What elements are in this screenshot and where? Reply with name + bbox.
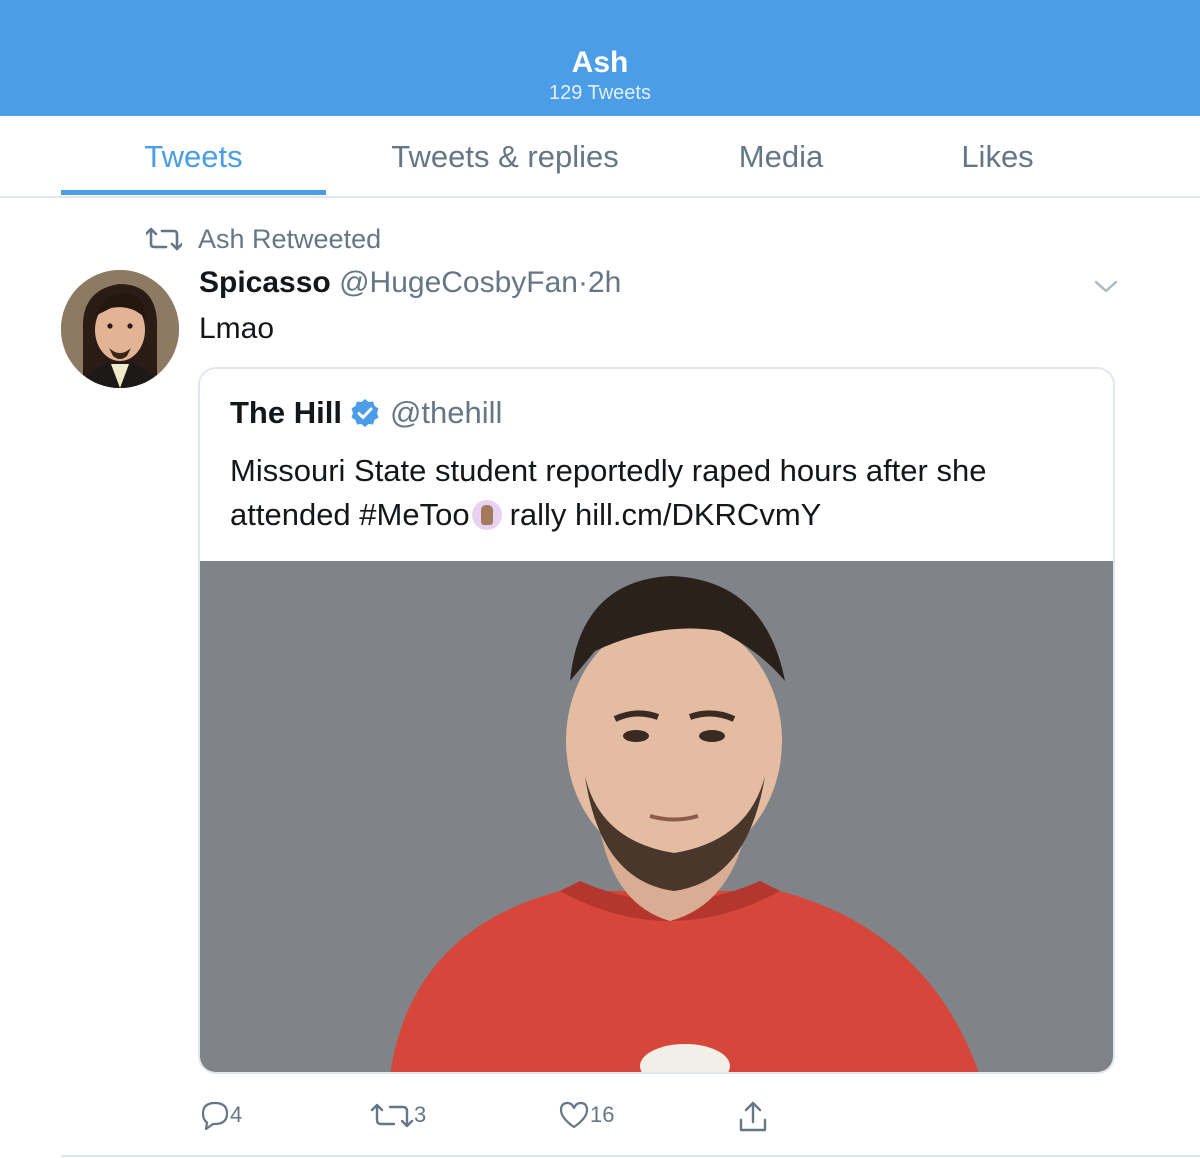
tab-media[interactable]: Media (690, 116, 872, 196)
profile-header: Ash 129 Tweets (0, 0, 1200, 116)
tweet-timestamp[interactable]: 2h (588, 266, 621, 299)
author-name[interactable]: Spicasso (199, 266, 331, 299)
tweet-divider (61, 1155, 1200, 1157)
tab-likes[interactable]: Likes (905, 116, 1090, 196)
like-count: 16 (590, 1102, 615, 1127)
profile-name: Ash (571, 46, 629, 79)
quoted-author-name: The Hill (230, 395, 342, 430)
tweet-count: 129 Tweets (549, 82, 651, 104)
retweet-count: 3 (414, 1102, 427, 1127)
tweet-text: Lmao (199, 312, 275, 345)
like-button[interactable]: 16 (558, 1100, 614, 1130)
reply-button[interactable]: 4 (200, 1100, 242, 1130)
retweet-icon (370, 1103, 414, 1128)
retweeted-label: Ash Retweeted (198, 223, 382, 254)
active-tab-indicator (61, 190, 326, 195)
reply-icon (201, 1101, 229, 1130)
profile-tabs: Tweets Tweets & replies Media Likes (0, 116, 1200, 198)
quoted-text-link[interactable]: rally hill.cm/DKRCvmY (510, 497, 822, 532)
quoted-author-handle: @thehill (389, 395, 503, 430)
tab-tweets[interactable]: Tweets (61, 116, 326, 196)
avatar[interactable] (61, 270, 179, 388)
retweet-context: Ash Retweeted (146, 222, 381, 256)
quoted-tweet-text: Missouri State student reportedly raped … (230, 449, 1090, 537)
quoted-tweet-photo[interactable] (200, 561, 1115, 1074)
tweet-author-row: Spicasso @HugeCosbyFan·2h (199, 266, 621, 300)
retweet-button[interactable]: 3 (370, 1100, 426, 1130)
retweet-icon (146, 227, 182, 251)
raised-hands-emoji-icon (471, 500, 502, 530)
separator-dot: · (577, 266, 588, 299)
share-icon (739, 1101, 767, 1132)
tweet-actions: 4 3 16 (0, 1100, 1200, 1140)
verified-badge-icon (351, 399, 379, 427)
author-handle[interactable]: @HugeCosbyFan (339, 266, 578, 299)
tab-tweets-and-replies[interactable]: Tweets & replies (345, 116, 665, 196)
quoted-author-row: The Hill @thehill (230, 395, 502, 431)
quoted-tweet[interactable]: The Hill @thehill Missouri State student… (198, 367, 1115, 1074)
reply-count: 4 (230, 1102, 243, 1127)
heart-icon (559, 1101, 589, 1129)
share-button[interactable] (738, 1100, 768, 1134)
chevron-down-icon[interactable] (1092, 276, 1120, 296)
